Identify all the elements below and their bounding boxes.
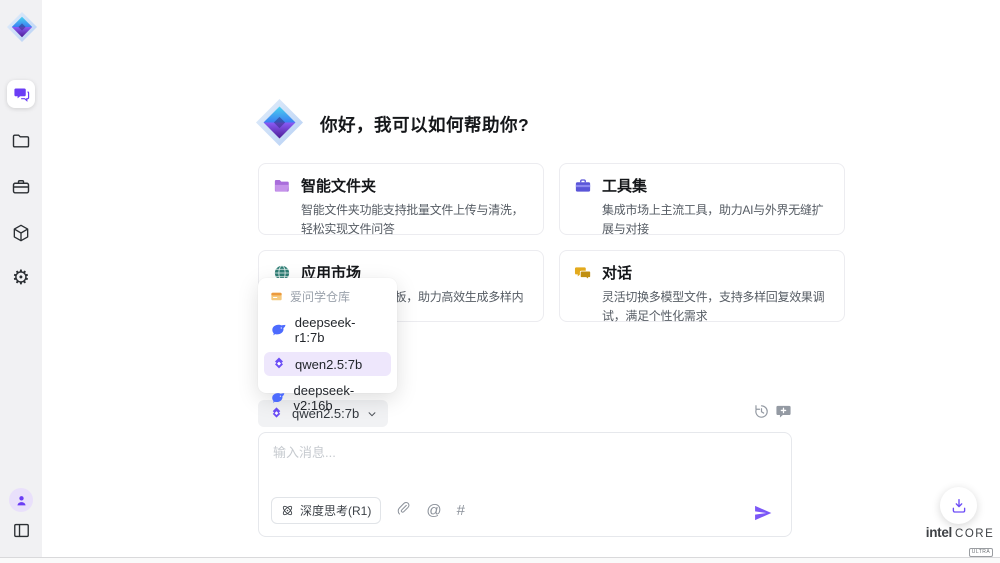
deepseek-whale-icon xyxy=(271,390,286,406)
sidebar-item-chat[interactable] xyxy=(7,80,35,108)
model-group-label-text: 爱问学仓库 xyxy=(290,288,350,305)
model-option-label: deepseek-v2:16b xyxy=(294,383,384,413)
folder-purple-icon xyxy=(273,177,291,195)
user-icon xyxy=(15,494,28,507)
deep-think-label: 深度思考(R1) xyxy=(300,502,371,519)
attach-button[interactable] xyxy=(396,501,411,520)
greeting-title: 你好，我可以如何帮助你? xyxy=(320,112,529,137)
model-option-qwen[interactable]: qwen2.5:7b xyxy=(264,352,391,376)
history-icon xyxy=(753,403,770,420)
panel-layout-icon xyxy=(12,521,31,540)
model-dropdown-menu: 爱问学仓库 deepseek-r1:7b qwen2.5:7b deepseek… xyxy=(258,278,397,393)
repository-badge-icon xyxy=(270,290,283,303)
card-description: 灵活切换多模型文件，支持多样回复效果调试，满足个性化需求 xyxy=(602,288,830,325)
model-group-label: 爱问学仓库 xyxy=(258,283,397,308)
intel-ultra-badge: ULTRA xyxy=(969,548,994,557)
message-composer: 深度思考(R1) @ # xyxy=(258,432,792,537)
history-button[interactable] xyxy=(753,403,770,420)
composer-toolbar: 深度思考(R1) @ # xyxy=(271,497,465,524)
deep-think-toggle[interactable]: 深度思考(R1) xyxy=(271,497,381,524)
send-button[interactable] xyxy=(753,503,773,523)
card-toolset[interactable]: 工具集 集成市场上主流工具，助力AI与外界无缝扩展与对接 xyxy=(559,163,845,235)
sidebar-collapse-button[interactable] xyxy=(11,520,31,540)
hashtag-button[interactable]: # xyxy=(457,502,465,519)
card-conversation[interactable]: 对话 灵活切换多模型文件，支持多样回复效果调试，满足个性化需求 xyxy=(559,250,845,322)
card-smart-folder[interactable]: 智能文件夹 智能文件夹功能支持批量文件上传与清洗，轻松实现文件问答 xyxy=(258,163,544,235)
new-chat-icon xyxy=(775,403,792,420)
intel-name: intel xyxy=(926,525,952,540)
briefcase-icon xyxy=(11,177,31,197)
download-fab[interactable] xyxy=(940,487,977,524)
sidebar-item-settings[interactable]: ⚙ xyxy=(10,267,32,289)
sidebar-item-models[interactable] xyxy=(11,223,31,243)
mention-button[interactable]: @ xyxy=(426,502,441,519)
sidebar: ⚙ xyxy=(0,0,42,557)
card-title: 工具集 xyxy=(602,175,647,196)
sidebar-item-folders[interactable] xyxy=(11,131,31,151)
new-chat-button[interactable] xyxy=(775,403,792,420)
sidebar-item-account[interactable] xyxy=(9,488,33,512)
download-icon xyxy=(950,497,968,515)
intel-core-badge: intel CORE ULTRA xyxy=(921,525,999,558)
qwen-icon xyxy=(271,356,287,372)
gear-icon: ⚙ xyxy=(12,267,30,289)
model-option-label: deepseek-r1:7b xyxy=(295,315,384,345)
paperclip-icon xyxy=(396,501,411,516)
deepseek-whale-icon xyxy=(271,322,287,338)
briefcase-indigo-icon xyxy=(574,177,592,195)
card-description: 智能文件夹功能支持批量文件上传与清洗，轻松实现文件问答 xyxy=(301,201,529,238)
model-option-deepseek-v2[interactable]: deepseek-v2:16b xyxy=(264,379,391,417)
chat-icon xyxy=(13,86,30,103)
intel-product: CORE xyxy=(955,528,994,540)
message-input[interactable] xyxy=(273,442,773,484)
card-description: 集成市场上主流工具，助力AI与外界无缝扩展与对接 xyxy=(602,201,830,238)
chat-bubbles-gold-icon xyxy=(574,264,592,282)
cube-icon xyxy=(11,223,31,243)
model-option-label: qwen2.5:7b xyxy=(295,357,362,372)
card-title: 智能文件夹 xyxy=(301,175,376,196)
atom-icon xyxy=(281,504,294,517)
send-plane-icon xyxy=(753,503,773,523)
greeting-logo xyxy=(256,99,303,146)
diamond-logo-icon xyxy=(7,12,37,42)
card-title: 对话 xyxy=(602,262,632,283)
model-option-deepseek-r1[interactable]: deepseek-r1:7b xyxy=(264,311,391,349)
sidebar-item-toolbox[interactable] xyxy=(11,177,31,197)
folder-icon xyxy=(11,131,31,151)
window-bottom-strip xyxy=(0,558,1000,563)
diamond-logo-icon xyxy=(256,99,303,146)
app-logo xyxy=(7,12,37,42)
